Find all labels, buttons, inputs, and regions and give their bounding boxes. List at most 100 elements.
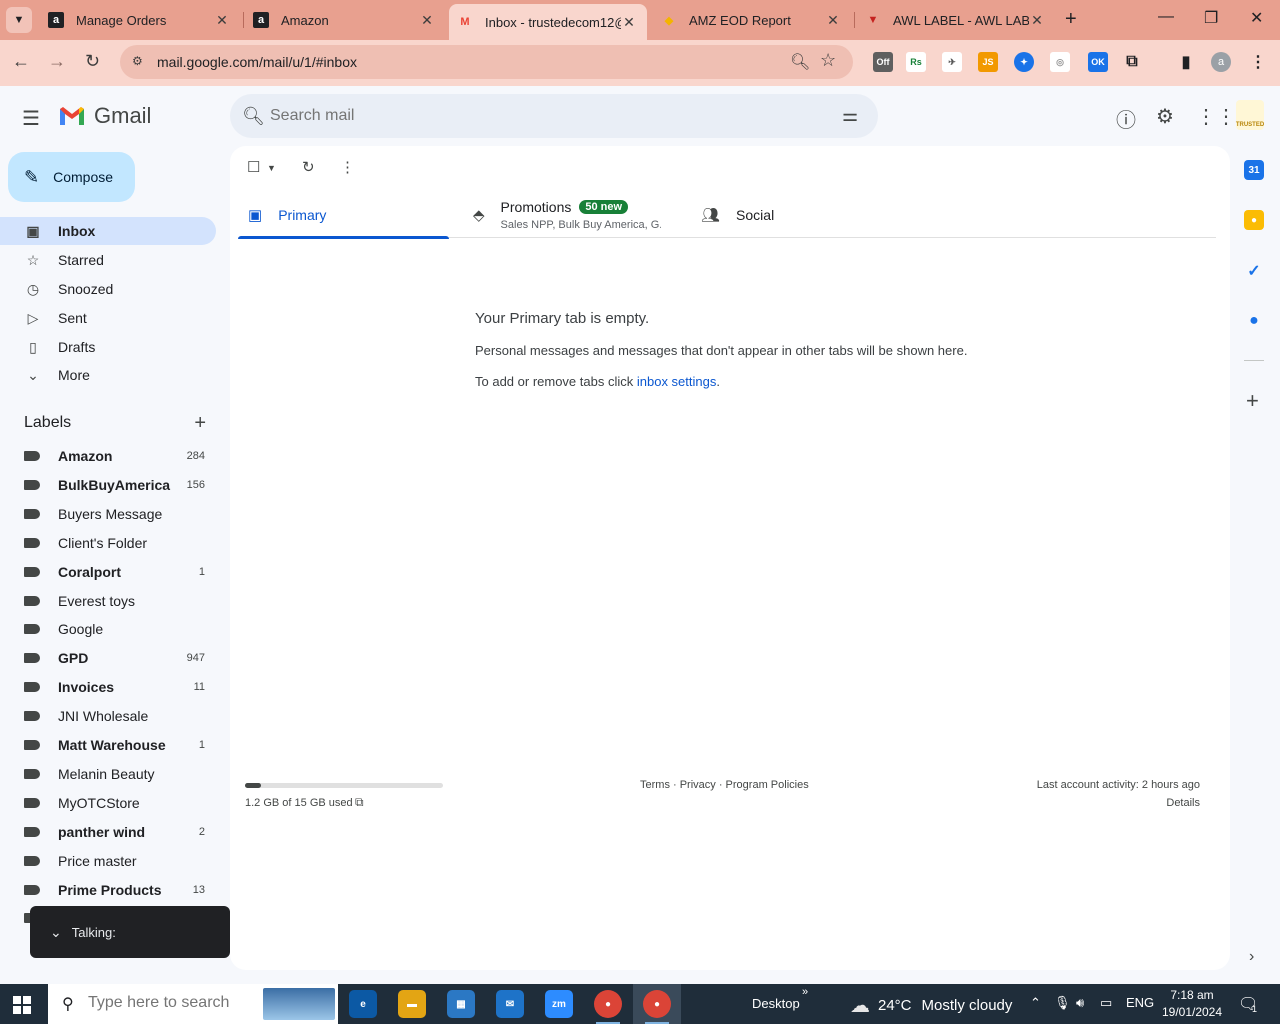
show-hidden-icons-icon[interactable]: ⌃ xyxy=(1030,995,1041,1011)
search-icon[interactable]: 🔍︎ xyxy=(242,106,265,127)
talking-indicator[interactable]: ⌄ Talking: xyxy=(30,906,230,958)
keep-icon[interactable]: ● xyxy=(1244,210,1264,230)
zoom-icon[interactable]: 🔍︎ xyxy=(790,52,810,72)
reload-icon[interactable]: ↻ xyxy=(85,51,100,72)
browser-tab-awl-label[interactable]: ▼ AWL LABEL - AWL LABEL ✕ xyxy=(857,0,1055,40)
extension-off-icon[interactable]: Off xyxy=(873,52,893,72)
extension-blue-icon[interactable]: ✦ xyxy=(1014,52,1034,72)
network-icon[interactable]: ▭ xyxy=(1100,995,1112,1011)
file-explorer-icon[interactable]: ▬ xyxy=(398,990,426,1018)
edge-icon[interactable]: e xyxy=(349,990,377,1018)
restore-icon[interactable]: ❐ xyxy=(1204,8,1218,28)
browser-tab-inbox[interactable]: M Inbox - trustedecom12@ ✕ xyxy=(449,4,647,40)
nav-more[interactable]: ⌄ More xyxy=(0,361,216,389)
tab-primary[interactable]: ▣ Primary xyxy=(238,192,449,239)
search-options-icon[interactable]: ⚌ xyxy=(842,105,858,126)
label-item[interactable]: Google xyxy=(0,615,216,643)
label-item[interactable]: BulkBuyAmerica 156 xyxy=(0,471,216,499)
microphone-icon[interactable]: 🎙︎ xyxy=(1054,995,1071,1011)
main-menu-icon[interactable]: ☰ xyxy=(22,106,40,131)
gmail-logo[interactable]: Gmail xyxy=(58,103,151,129)
nav-sent[interactable]: ▷ Sent xyxy=(0,304,216,332)
label-item[interactable]: MyOTCStore xyxy=(0,789,216,817)
search-input[interactable] xyxy=(270,104,810,128)
google-apps-icon[interactable]: ⋮⋮ xyxy=(1196,104,1236,129)
close-tab-icon[interactable]: ✕ xyxy=(419,12,435,29)
browser-tab-amz-eod-report[interactable]: ◆ AMZ EOD Report ✕ xyxy=(653,0,851,40)
select-dropdown-icon[interactable]: ▼ xyxy=(267,163,276,173)
close-tab-icon[interactable]: ✕ xyxy=(1029,12,1045,29)
account-avatar[interactable]: TRUSTED xyxy=(1236,100,1264,130)
inbox-settings-link[interactable]: inbox settings xyxy=(637,374,717,389)
help-icon[interactable]: ⓘ xyxy=(1116,104,1136,133)
zoom-icon[interactable]: zm xyxy=(545,990,573,1018)
browser-menu-icon[interactable]: ⋮ xyxy=(1248,52,1268,72)
extension-globe-icon[interactable]: ◎ xyxy=(1050,52,1070,72)
label-item[interactable]: Client's Folder xyxy=(0,529,216,557)
tab-search-button[interactable]: ▼ xyxy=(6,7,32,33)
label-item[interactable]: Buyers Message xyxy=(0,500,216,528)
language-indicator[interactable]: ENG xyxy=(1126,995,1154,1010)
label-item[interactable]: Everest toys xyxy=(0,587,216,615)
back-icon[interactable]: ← xyxy=(12,51,30,72)
calendar-icon[interactable]: 31 xyxy=(1244,160,1264,180)
tab-social[interactable]: 👥︎ Social xyxy=(701,192,901,238)
mail-icon[interactable]: ✉ xyxy=(496,990,524,1018)
close-tab-icon[interactable]: ✕ xyxy=(214,12,230,29)
label-item[interactable]: panther wind 2 xyxy=(0,818,216,846)
side-panel-icon[interactable]: ▮ xyxy=(1176,52,1196,72)
desktop-toolbar-label[interactable]: Desktop xyxy=(752,996,800,1011)
refresh-icon[interactable]: ↻ xyxy=(302,158,315,176)
hide-side-panel-icon[interactable]: › xyxy=(1249,948,1254,966)
forward-icon[interactable]: → xyxy=(48,51,66,72)
weather-widget[interactable]: ☁ 24°C Mostly cloudy xyxy=(850,993,1012,1018)
label-item[interactable]: GPD 947 xyxy=(0,644,216,672)
details-link[interactable]: Details xyxy=(1166,797,1200,809)
label-item[interactable]: Matt Warehouse 1 xyxy=(0,731,216,759)
select-checkbox[interactable]: ☐ xyxy=(247,158,260,176)
label-item[interactable]: Amazon 284 xyxy=(0,442,216,470)
nav-snoozed[interactable]: ◷ Snoozed xyxy=(0,275,216,303)
minimize-icon[interactable]: — xyxy=(1158,8,1174,26)
store-icon[interactable]: ▦ xyxy=(447,990,475,1018)
browser-tab-manage-orders[interactable]: a Manage Orders ✕ xyxy=(40,0,240,40)
profile-avatar[interactable]: a xyxy=(1211,52,1231,72)
site-info-icon[interactable]: ⚙ xyxy=(132,54,148,70)
windows-start-icon[interactable] xyxy=(13,996,31,1014)
extension-js-icon[interactable]: JS xyxy=(978,52,998,72)
label-item[interactable]: Melanin Beauty xyxy=(0,760,216,788)
nav-drafts[interactable]: ▯ Drafts xyxy=(0,333,216,361)
nav-starred[interactable]: ☆ Starred xyxy=(0,246,216,274)
browser-tab-amazon[interactable]: a Amazon ✕ xyxy=(245,0,445,40)
contacts-icon[interactable]: ● xyxy=(1244,311,1264,331)
footer-links[interactable]: Terms · Privacy · Program Policies xyxy=(640,779,809,791)
chrome-icon[interactable]: ● xyxy=(594,990,622,1024)
chevron-right-icon[interactable]: » xyxy=(802,986,808,998)
label-item[interactable]: Prime Products 13 xyxy=(0,876,216,904)
address-bar[interactable]: ⚙ mail.google.com/mail/u/1/#inbox 🔍︎ ☆ xyxy=(120,45,853,79)
taskbar-clock[interactable]: 7:18 am 19/01/2024 xyxy=(1160,987,1224,1021)
label-item[interactable]: JNI Wholesale xyxy=(0,702,216,730)
compose-button[interactable]: ✎ Compose xyxy=(8,152,135,202)
label-item[interactable]: Coralport 1 xyxy=(0,558,216,586)
new-tab-button[interactable]: + xyxy=(1065,8,1077,31)
close-tab-icon[interactable]: ✕ xyxy=(825,12,841,29)
label-item[interactable]: Price master xyxy=(0,847,216,875)
open-storage-icon[interactable]: ⧉ xyxy=(355,795,364,810)
taskbar-search-input[interactable] xyxy=(88,994,288,1012)
extensions-puzzle-icon[interactable]: ⧉ xyxy=(1122,52,1142,72)
tasks-icon[interactable]: ✓ xyxy=(1244,261,1264,281)
extension-flag-icon[interactable]: ✈ xyxy=(942,52,962,72)
add-label-icon[interactable]: + xyxy=(194,412,206,435)
more-actions-icon[interactable]: ⋮ xyxy=(340,158,355,176)
get-addons-icon[interactable]: + xyxy=(1246,388,1259,414)
settings-gear-icon[interactable]: ⚙ xyxy=(1156,104,1174,129)
close-tab-icon[interactable]: ✕ xyxy=(621,14,637,31)
nav-inbox[interactable]: ▣ Inbox xyxy=(0,217,216,245)
extension-rs-icon[interactable]: Rs xyxy=(906,52,926,72)
volume-icon[interactable]: 🔊︎ xyxy=(1076,995,1084,1011)
label-item[interactable]: Invoices 11 xyxy=(0,673,216,701)
close-window-icon[interactable]: ✕ xyxy=(1250,8,1263,28)
taskbar-search[interactable]: ⚲ xyxy=(48,984,338,1024)
chrome-icon[interactable]: ● xyxy=(643,990,671,1024)
